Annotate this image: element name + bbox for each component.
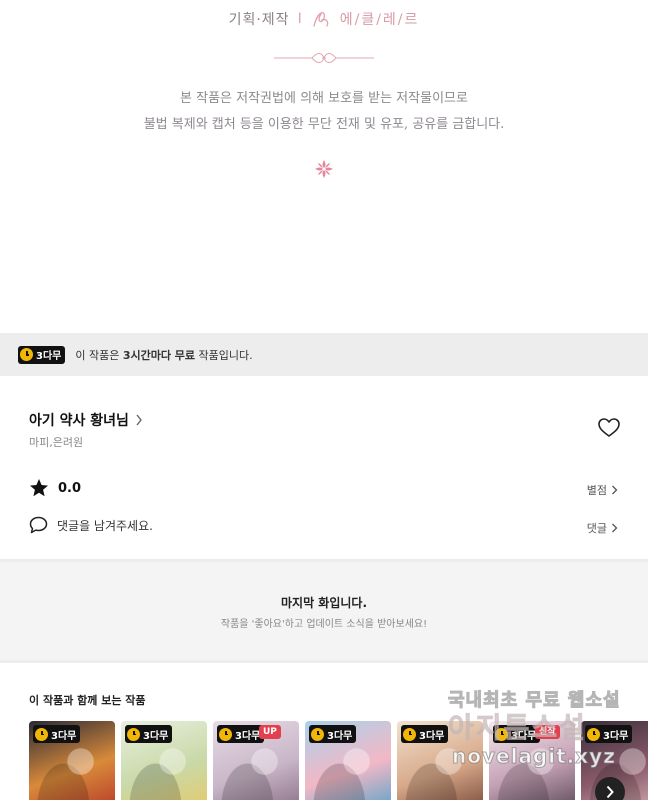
free-notice-prefix: 이 작품은 bbox=[75, 348, 123, 362]
credit-label: 기획·제작 bbox=[228, 12, 290, 28]
recommendations-carousel: 3다무 3다무 3다무 UP 3다무 3다무 3다무 신작 3다무 bbox=[29, 721, 648, 800]
credits-section: 기획·제작 I 에/클/레/르 본 작품은 저작권법에 의해 보호를 받는 저작… bbox=[0, 0, 648, 333]
comment-input[interactable]: 댓글을 남겨주세요. bbox=[29, 516, 153, 534]
comment-placeholder: 댓글을 남겨주세요. bbox=[57, 518, 153, 533]
recommendations-title: 이 작품과 함께 보는 작품 bbox=[29, 694, 146, 707]
free-badge-label: 3다무 bbox=[419, 730, 445, 742]
chevron-right-icon bbox=[612, 523, 618, 533]
free-badge-label: 3다무 bbox=[235, 730, 261, 742]
last-episode-section: 마지막 화입니다. 작품을 '좋아요'하고 업데이트 소식을 받아보세요! bbox=[0, 562, 648, 660]
free-badge: 3다무 bbox=[33, 725, 81, 743]
rating-value: 0.0 bbox=[58, 480, 82, 496]
studio-logo bbox=[313, 12, 328, 27]
recommendation-card[interactable]: 3다무 bbox=[121, 721, 207, 800]
recommendations-section: 이 작품과 함께 보는 작품 3다무 3다무 3다무 UP 3다무 3다무 3다무 신작 3다무 bbox=[0, 663, 648, 800]
free-badge: 3다무 bbox=[125, 725, 173, 743]
copyright-line-2: 불법 복제와 캡처 등을 이용한 무단 전재 및 유포, 공유를 금합니다. bbox=[143, 117, 505, 132]
free-badge: 3다무 bbox=[585, 725, 633, 743]
carousel-next-button[interactable] bbox=[595, 777, 625, 800]
comment-icon bbox=[29, 516, 48, 534]
clock-icon bbox=[495, 727, 508, 741]
clock-icon bbox=[35, 727, 48, 741]
chevron-right-icon bbox=[612, 485, 618, 495]
production-credit: 기획·제작 I 에/클/레/르 bbox=[0, 6, 648, 32]
work-info-section: 아기 약사 황녀님 마피,은려원 0.0 별점 댓글을 남겨주세요. 댓글 bbox=[0, 376, 648, 559]
studio-name: 에/클/레/르 bbox=[339, 12, 420, 28]
free-badge: 3다무 bbox=[493, 725, 541, 743]
recommendation-card[interactable]: 3다무 신작 bbox=[489, 721, 575, 800]
comments-button[interactable]: 댓글 bbox=[587, 520, 618, 536]
free-badge: 3다무 bbox=[309, 725, 357, 743]
clock-icon bbox=[587, 727, 600, 741]
recommendation-tag: 신작 bbox=[535, 725, 560, 739]
recommendation-card[interactable]: 3다무 UP bbox=[213, 721, 299, 800]
rate-button[interactable]: 별점 bbox=[587, 482, 618, 498]
recommendation-tag: UP bbox=[259, 725, 281, 739]
free-badge-label: 3다무 bbox=[143, 730, 169, 742]
clock-icon bbox=[20, 348, 33, 361]
recommendation-card[interactable]: 3다무 bbox=[397, 721, 483, 800]
clock-icon bbox=[127, 727, 140, 741]
work-title-link[interactable]: 아기 약사 황녀님 bbox=[29, 410, 143, 430]
flower-ornament bbox=[315, 160, 333, 178]
work-title: 아기 약사 황녀님 bbox=[29, 413, 129, 429]
free-badge-label: 3다무 bbox=[511, 730, 537, 742]
free-badge-label: 3다무 bbox=[51, 730, 77, 742]
rating-row: 0.0 bbox=[29, 478, 81, 498]
free-badge: 3다무 bbox=[18, 345, 66, 364]
heart-icon[interactable] bbox=[598, 418, 620, 438]
free-badge: 3다무 bbox=[401, 725, 449, 743]
free-notice-text: 이 작품은 3시간마다 무료 작품입니다. bbox=[75, 347, 252, 363]
chevron-right-icon bbox=[606, 785, 614, 799]
divider-ornament bbox=[274, 53, 374, 63]
copyright-notice: 본 작품은 저작권법에 의해 보호를 받는 저작물이므로 불법 복제와 캡처 등… bbox=[0, 86, 648, 138]
free-notice-suffix: 작품입니다. bbox=[195, 348, 253, 362]
recommendation-card[interactable]: 3다무 bbox=[305, 721, 391, 800]
free-badge-label: 3다무 bbox=[36, 351, 62, 362]
copyright-line-1: 본 작품은 저작권법에 의해 보호를 받는 저작물이므로 bbox=[180, 91, 468, 106]
free-notice-banner: 3다무 이 작품은 3시간마다 무료 작품입니다. bbox=[0, 333, 648, 376]
free-notice-bold: 3시간마다 무료 bbox=[122, 348, 196, 362]
star-icon bbox=[30, 479, 48, 497]
last-episode-subtitle: 작품을 '좋아요'하고 업데이트 소식을 받아보세요! bbox=[220, 619, 428, 630]
free-badge-label: 3다무 bbox=[327, 730, 353, 742]
last-episode-title: 마지막 화입니다. bbox=[280, 596, 368, 610]
comments-label: 댓글 bbox=[586, 522, 607, 535]
free-badge: 3다무 bbox=[217, 725, 265, 743]
clock-icon bbox=[311, 727, 324, 741]
clock-icon bbox=[219, 727, 232, 741]
recommendation-card[interactable]: 3다무 bbox=[29, 721, 115, 800]
clock-icon bbox=[403, 727, 416, 741]
chevron-right-icon bbox=[136, 414, 142, 426]
credit-separator: I bbox=[297, 11, 302, 27]
rate-label: 별점 bbox=[586, 484, 607, 497]
free-badge-label: 3다무 bbox=[603, 730, 629, 742]
work-authors: 마피,은려원 bbox=[29, 436, 84, 449]
